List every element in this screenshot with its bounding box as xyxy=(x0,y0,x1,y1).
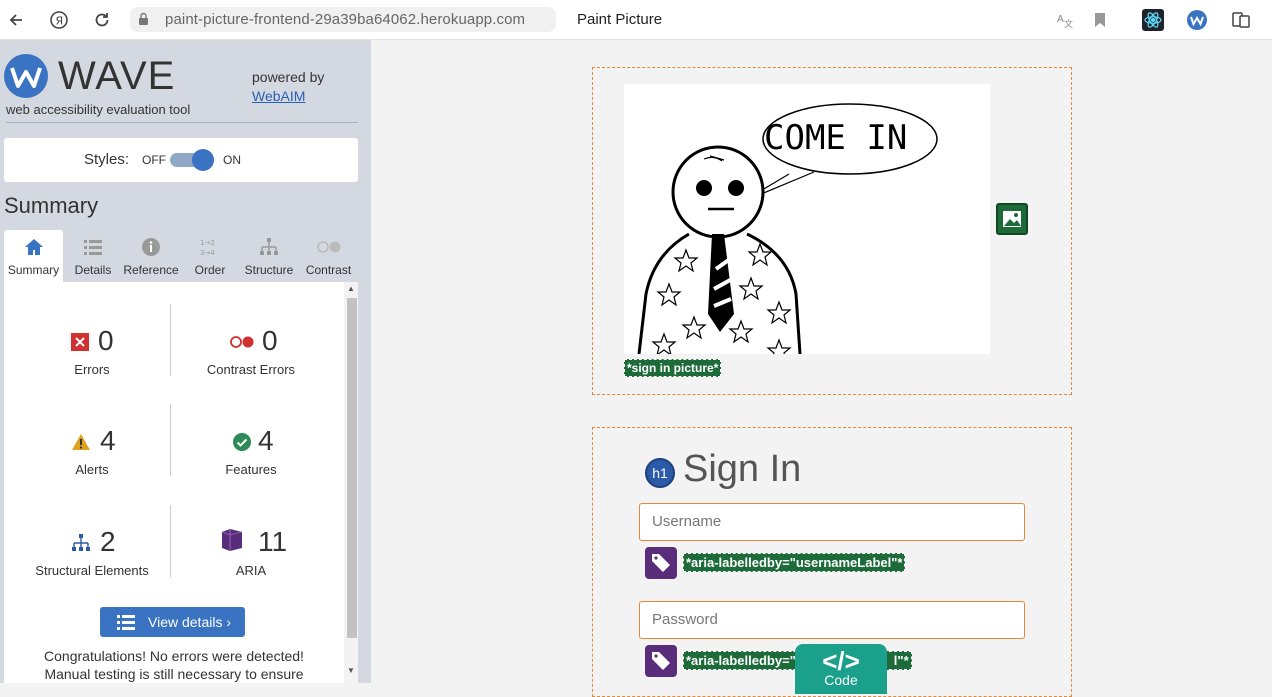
features-count: 4 xyxy=(258,425,274,456)
features-label: Features xyxy=(225,462,277,477)
aria-icon xyxy=(219,529,245,551)
errors-count: 0 xyxy=(98,325,114,356)
svg-text:Я: Я xyxy=(56,15,64,28)
summary-heading: Summary xyxy=(4,193,99,218)
tab-details[interactable]: Details xyxy=(65,230,121,282)
error-icon xyxy=(70,332,90,352)
styles-on-label: ON xyxy=(223,153,241,167)
code-label: Code xyxy=(824,672,858,688)
picture-container: COME IN *sign in picture* xyxy=(592,67,1072,395)
tab-contrast[interactable]: Contrast xyxy=(299,230,358,282)
errors-label: Errors xyxy=(74,362,110,377)
tab-structure[interactable]: Structure xyxy=(239,230,299,282)
tab-order[interactable]: 1→2 3→4 Order xyxy=(181,230,239,282)
wave-sidebar: WAVE web accessibility evaluation tool p… xyxy=(0,40,371,683)
alerts-count: 4 xyxy=(100,425,116,456)
congrats-text-2: Manual testing is still necessary to ens… xyxy=(44,666,304,682)
svg-text:文: 文 xyxy=(1064,18,1073,29)
styles-toggle-knob[interactable] xyxy=(192,149,214,171)
list-icon xyxy=(65,236,121,258)
yandex-icon[interactable]: Я xyxy=(48,9,70,31)
reader-icon[interactable] xyxy=(1230,9,1252,31)
info-icon xyxy=(121,236,181,258)
page-content: COME IN *sign in picture* h1 Sign In Use… xyxy=(371,40,1272,697)
reload-icon[interactable] xyxy=(91,9,113,31)
page-title: Paint Picture xyxy=(577,11,663,28)
sign-in-heading: Sign In xyxy=(683,448,802,490)
structural-count: 2 xyxy=(100,526,116,557)
wave-logo-icon xyxy=(4,54,48,98)
svg-text:3→4: 3→4 xyxy=(200,249,215,257)
feature-icon xyxy=(232,432,252,452)
contrast-errors-stat[interactable]: 0 Contrast Errors xyxy=(171,325,331,395)
order-icon: 1→2 3→4 xyxy=(181,236,239,258)
browser-toolbar: Я paint-picture-frontend-29a39ba64062.he… xyxy=(0,0,1272,40)
alt-text-tag: *sign in picture* xyxy=(624,359,722,377)
code-button[interactable]: </> Code xyxy=(795,644,887,694)
alerts-stat[interactable]: 4 Alerts xyxy=(4,425,164,495)
password-field[interactable]: Password xyxy=(639,601,1025,639)
styles-off-label: OFF xyxy=(142,153,166,167)
aria-count: 11 xyxy=(258,526,288,557)
scroll-down-icon[interactable]: ▼ xyxy=(347,666,355,675)
image-feature-icon[interactable] xyxy=(996,203,1028,235)
bookmark-icon[interactable] xyxy=(1089,9,1111,31)
structural-stat[interactable]: 2 Structural Elements xyxy=(4,526,164,596)
translate-icon[interactable]: A文 xyxy=(1054,9,1076,31)
contrast-errors-label: Contrast Errors xyxy=(206,362,296,377)
structure-icon xyxy=(70,533,92,553)
sign-in-picture: COME IN xyxy=(624,84,990,354)
aria-tag-icon[interactable] xyxy=(645,645,677,677)
url-text: paint-picture-frontend-29a39ba64062.hero… xyxy=(165,11,526,28)
username-field[interactable]: Username xyxy=(639,503,1025,541)
scrollbar-thumb[interactable] xyxy=(347,298,357,638)
aria-label: ARIA xyxy=(235,563,267,578)
webaim-link[interactable]: WebAIM xyxy=(252,88,305,104)
wave-tabs: Summary Details Reference 1→2 3→4 Order S… xyxy=(4,230,358,282)
summary-panel: 0 Errors 0 Contrast Errors 4 Alerts 4 Fe… xyxy=(4,282,358,683)
view-details-button[interactable]: View details › xyxy=(100,607,245,637)
contrast-icon xyxy=(299,236,358,258)
username-aria-tag: *aria-labelledby="usernameLabel"* xyxy=(683,553,906,572)
bubble-text: COME IN xyxy=(764,118,907,158)
styles-label: Styles: xyxy=(84,151,130,168)
svg-text:A: A xyxy=(1057,14,1064,25)
home-icon xyxy=(4,236,63,258)
congrats-text: Congratulations! No errors were detected… xyxy=(44,648,304,664)
contrast-error-icon xyxy=(228,332,256,352)
styles-toggle-box: Styles: OFF ON xyxy=(4,138,358,182)
alerts-label: Alerts xyxy=(75,462,109,477)
tab-reference[interactable]: Reference xyxy=(121,230,181,282)
powered-by-text: powered by xyxy=(252,69,325,85)
h1-badge-icon[interactable]: h1 xyxy=(645,458,675,488)
divider xyxy=(6,122,358,123)
list-icon xyxy=(117,614,135,633)
aria-tag-icon[interactable] xyxy=(645,547,677,579)
lock-icon xyxy=(138,12,149,31)
svg-text:1→2: 1→2 xyxy=(200,239,215,247)
aria-stat[interactable]: 11 ARIA xyxy=(171,526,331,596)
back-icon[interactable] xyxy=(5,9,27,31)
scroll-up-icon[interactable]: ▲ xyxy=(347,284,355,293)
address-bar[interactable]: paint-picture-frontend-29a39ba64062.hero… xyxy=(130,7,556,32)
react-devtools-icon[interactable] xyxy=(1142,9,1164,31)
contrast-errors-count: 0 xyxy=(262,325,278,356)
wave-subtitle: web accessibility evaluation tool xyxy=(6,102,191,117)
structural-label: Structural Elements xyxy=(35,563,149,578)
features-stat[interactable]: 4 Features xyxy=(171,425,331,495)
tab-summary[interactable]: Summary xyxy=(4,230,63,282)
errors-stat[interactable]: 0 Errors xyxy=(4,325,164,395)
wave-extension-icon[interactable] xyxy=(1186,9,1208,31)
alert-icon xyxy=(71,432,91,452)
wave-title: WAVE xyxy=(58,54,176,98)
structure-icon xyxy=(239,236,299,258)
